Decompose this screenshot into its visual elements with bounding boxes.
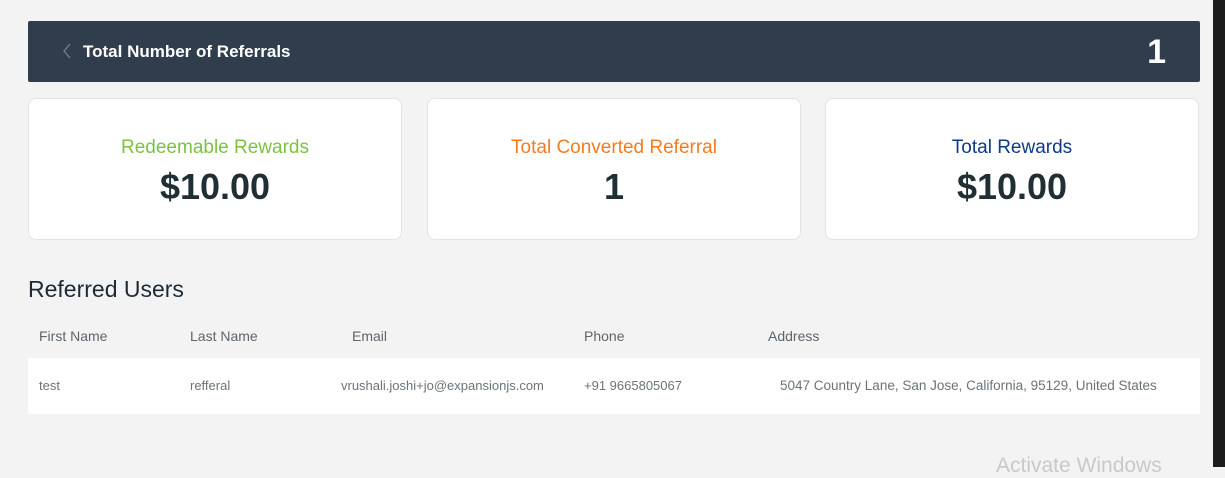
- window-edge: [1213, 0, 1225, 467]
- referred-users-title: Referred Users: [28, 276, 184, 302]
- chevron-left-icon[interactable]: [62, 41, 72, 61]
- card-value: 1: [603, 166, 625, 207]
- table-row[interactable]: test refferal vrushali.joshi+jo@expansio…: [28, 358, 1200, 414]
- total-converted-referral-card: Total Converted Referral 1: [427, 98, 801, 240]
- card-label: Total Rewards: [951, 137, 1073, 158]
- referral-count: 1: [1147, 33, 1166, 71]
- card-label: Total Converted Referral: [511, 137, 717, 158]
- redeemable-rewards-card: Redeemable Rewards $10.00: [28, 98, 402, 240]
- table-header: First Name Last Name Email Phone Address: [28, 320, 1200, 352]
- cell-phone: +91 9665805067: [584, 378, 682, 393]
- cell-first-name: test: [39, 378, 60, 393]
- cell-email: vrushali.joshi+jo@expansionjs.com: [341, 378, 544, 393]
- column-phone[interactable]: Phone: [584, 328, 624, 344]
- activate-windows-watermark: Activate Windows: [996, 454, 1162, 477]
- column-first-name[interactable]: First Name: [39, 328, 107, 344]
- column-address[interactable]: Address: [768, 328, 819, 344]
- column-email[interactable]: Email: [352, 328, 387, 344]
- referrals-header: Total Number of Referrals 1: [28, 21, 1200, 82]
- card-value: $10.00: [159, 166, 271, 207]
- total-rewards-card: Total Rewards $10.00: [825, 98, 1199, 240]
- cell-address: 5047 Country Lane, San Jose, California,…: [780, 378, 1157, 393]
- card-value: $10.00: [956, 166, 1068, 207]
- card-label: Redeemable Rewards: [121, 137, 309, 158]
- column-last-name[interactable]: Last Name: [190, 328, 258, 344]
- cell-last-name: refferal: [190, 378, 231, 393]
- header-title: Total Number of Referrals: [83, 42, 291, 61]
